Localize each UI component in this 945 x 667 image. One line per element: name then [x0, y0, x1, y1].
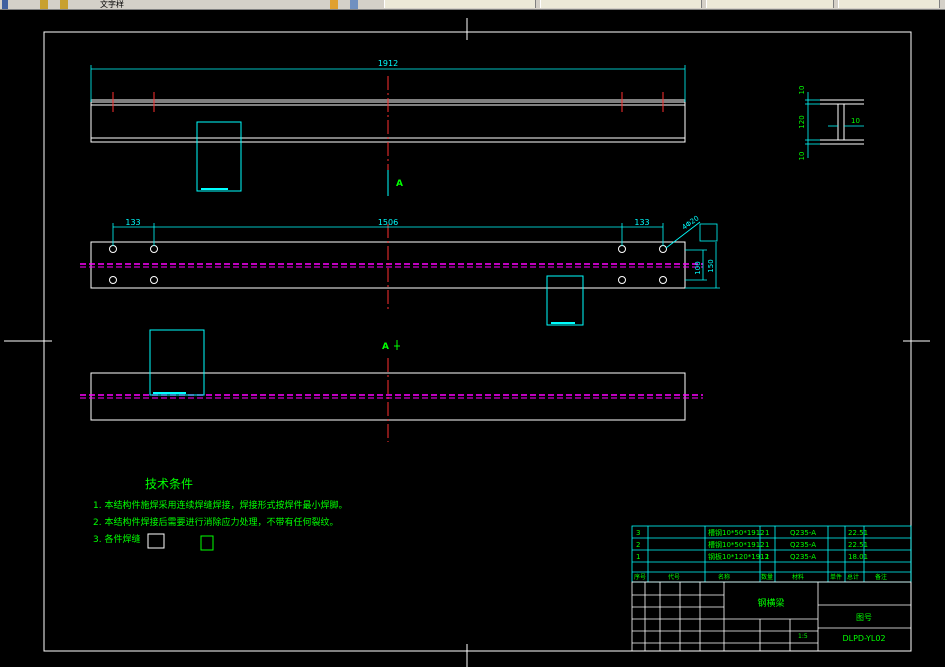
bom-header-code: 代号 — [668, 573, 680, 581]
dim-center: 1506 — [378, 218, 398, 227]
profile-flange-top: 10 — [798, 86, 806, 95]
bom-row-2-material: Q235-A — [790, 541, 816, 549]
bom-row-3-name: 槽钢10*50*1912 — [708, 528, 765, 537]
bom-row-3-qty: 1 — [765, 529, 769, 537]
bom-header-qty: 数量 — [761, 573, 773, 581]
bom-row-3-no: 3 — [636, 529, 640, 537]
bom-row-2-qty: 1 — [765, 541, 769, 549]
bom-header-total: 总计 — [847, 573, 859, 581]
bom-header-material: 材料 — [792, 573, 804, 581]
bom-header-remark: 备注 — [875, 573, 887, 581]
drawing-scale: 1:5 — [798, 633, 808, 640]
bom-row-2-name: 槽钢10*50*1912 — [708, 540, 765, 549]
technical-notes: 技术条件 1. 本结构件施焊采用连续焊缝焊接，焊接形式按焊件最小焊脚。 2. 本… — [93, 477, 347, 551]
height-inner-dim: 100 — [694, 261, 702, 274]
company-label: 图号 — [856, 613, 872, 622]
text-style-label[interactable]: 文字样 — [100, 0, 124, 9]
front-view: 133 1506 133 4Φ20 100 150 — [80, 214, 720, 326]
bylayer-color-dropdown[interactable] — [384, 0, 536, 8]
plot-style-dropdown[interactable] — [838, 0, 940, 8]
cad-drawing-canvas[interactable]: 1912 A 133 1506 133 4Φ20 100 150 A 10 12… — [0, 10, 945, 667]
style-icon[interactable] — [60, 0, 68, 9]
profile-flange-bottom: 10 — [798, 152, 806, 161]
bom-row-1-no: 1 — [636, 553, 640, 561]
section-mark: A — [382, 342, 389, 352]
profile-web-thickness: 10 — [851, 117, 860, 125]
sheet-border — [43, 31, 912, 652]
bom-row-3-weight: 22.51 — [848, 529, 868, 537]
layer-icon[interactable] — [330, 0, 338, 9]
profile-web-height: 120 — [798, 115, 806, 128]
bylayer-linetype-dropdown[interactable] — [540, 0, 702, 8]
bom-header-unit: 单件 — [830, 573, 842, 581]
bom-row-1-material: Q235-A — [790, 553, 816, 561]
section-view: A — [80, 329, 703, 442]
folder-icon[interactable] — [40, 0, 48, 9]
properties-icon[interactable] — [350, 0, 358, 9]
bom-row-2-no: 2 — [636, 541, 640, 549]
bom-header-no: 序号 — [634, 573, 646, 581]
top-length-dim: 1912 — [378, 59, 398, 68]
bom-header-name: 名称 — [718, 573, 730, 581]
section-label: A — [396, 179, 403, 189]
note-3: 3. 各件焊缝 — [93, 533, 140, 545]
note-1: 1. 本结构件施焊采用连续焊缝焊接，焊接形式按焊件最小焊脚。 — [93, 499, 347, 511]
bylayer-lineweight-dropdown[interactable] — [706, 0, 834, 8]
application-toolbar: 文字样 — [0, 0, 945, 10]
notes-title: 技术条件 — [145, 477, 193, 491]
bom-row-1-qty: 1 — [765, 553, 769, 561]
bom-row-1-name: 钢板10*120*1912 — [708, 552, 769, 561]
top-view: 1912 A — [90, 59, 686, 196]
bom-row-3-material: Q235-A — [790, 529, 816, 537]
note-2: 2. 本结构件焊接后需要进行消除应力处理，不带有任何裂纹。 — [93, 516, 338, 528]
height-outer-dim: 150 — [707, 259, 715, 272]
bom-row-2-weight: 22.51 — [848, 541, 868, 549]
dim-left: 133 — [125, 218, 140, 227]
drawing-number: DLPD-YL02 — [842, 634, 885, 643]
dim-right: 133 — [634, 218, 649, 227]
part-name: 钢横梁 — [757, 597, 784, 609]
center-marks — [4, 18, 930, 667]
profile-section — [805, 92, 864, 158]
toolbar-icon[interactable] — [2, 0, 8, 9]
bom-row-1-weight: 18.01 — [848, 553, 868, 561]
